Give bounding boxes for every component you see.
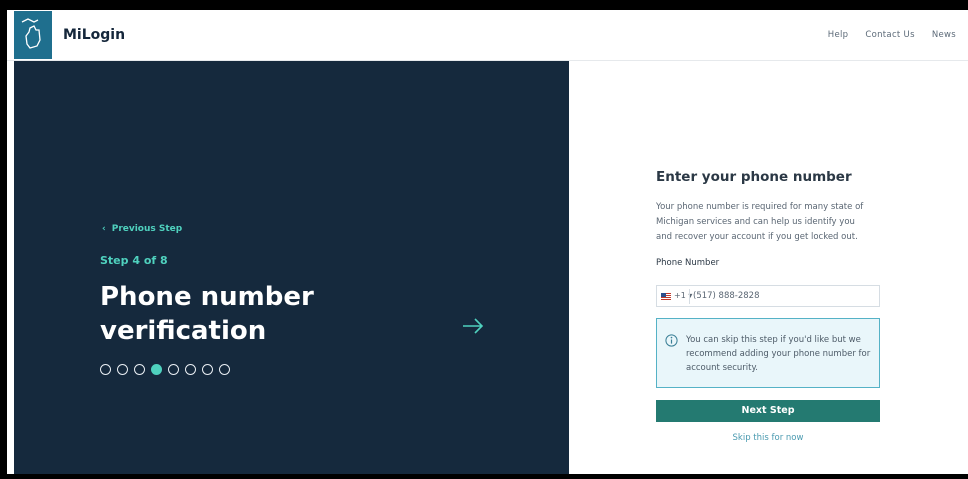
site-header: MiLogin Help Contact Us News	[7, 10, 968, 61]
phone-input[interactable]: (517) 888-2828	[693, 291, 759, 301]
title-line-2: verification	[100, 316, 267, 346]
brand-name[interactable]: MiLogin	[63, 27, 125, 43]
info-text: You can skip this step if you'd like but…	[686, 335, 871, 373]
previous-step-label: Previous Step	[111, 224, 183, 234]
chevron-left-icon: ‹	[102, 224, 106, 234]
skip-link[interactable]: Skip this for now	[656, 433, 880, 443]
form-heading: Enter your phone number	[656, 169, 852, 185]
page-frame: MiLogin Help Contact Us News ‹ Previous S…	[7, 10, 968, 474]
info-icon	[665, 334, 678, 347]
progress-dot	[134, 364, 145, 375]
form-description: Your phone number is required for many s…	[656, 202, 864, 242]
progress-dot	[202, 364, 213, 375]
progress-dot	[219, 364, 230, 375]
phone-label: Phone Number	[656, 258, 720, 268]
next-step-button[interactable]: Next Step	[656, 400, 880, 422]
top-nav: Help Contact Us News	[814, 30, 956, 40]
info-callout: You can skip this step if you'd like but…	[656, 318, 880, 388]
progress-dot	[185, 364, 196, 375]
progress-dot	[168, 364, 179, 375]
progress-dot	[117, 364, 128, 375]
progress-dot	[151, 364, 162, 375]
arrow-right-icon[interactable]	[461, 318, 485, 334]
phone-field[interactable]: +1 ▾ (517) 888-2828	[656, 285, 880, 307]
us-flag-icon[interactable]	[661, 293, 671, 300]
title-line-1: Phone number	[100, 282, 314, 312]
progress-dots	[100, 364, 236, 375]
nav-help-link[interactable]: Help	[828, 30, 849, 40]
previous-step-link[interactable]: ‹ Previous Step	[102, 224, 182, 234]
step-counter: Step 4 of 8	[100, 254, 168, 267]
nav-contact-link[interactable]: Contact Us	[865, 30, 914, 40]
michigan-logo-icon[interactable]	[14, 11, 52, 59]
field-divider	[689, 289, 690, 304]
page-title: Phone number verification	[100, 280, 314, 348]
nav-news-link[interactable]: News	[932, 30, 956, 40]
progress-dot	[100, 364, 111, 375]
step-panel: ‹ Previous Step Step 4 of 8 Phone number …	[14, 61, 569, 474]
